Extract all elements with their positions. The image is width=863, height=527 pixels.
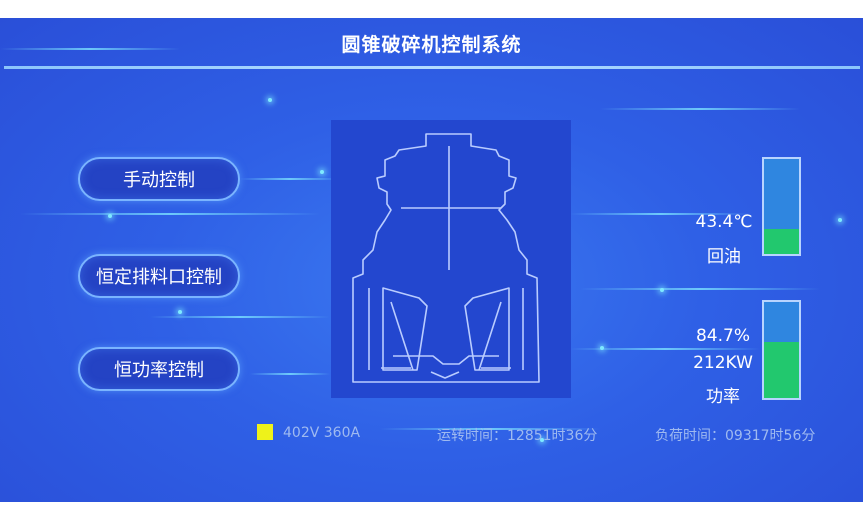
light-dot <box>178 310 182 314</box>
oil-gauge <box>762 157 801 256</box>
light-dot <box>320 170 324 174</box>
oil-temperature: 43.4℃ <box>695 212 753 232</box>
light-dot <box>838 218 842 222</box>
page-title: 圆锥破碎机控制系统 <box>341 34 522 56</box>
constant-power-control-button[interactable]: 恒功率控制 <box>78 347 240 391</box>
machine-panel <box>331 120 571 398</box>
power-percent: 84.7% <box>695 326 750 346</box>
light-dot <box>660 288 664 292</box>
light-streak <box>600 108 800 110</box>
light-streak <box>150 316 330 318</box>
light-streak <box>580 288 820 290</box>
fixed-outlet-control-button[interactable]: 恒定排料口控制 <box>78 254 240 298</box>
power-gauge-fill <box>764 342 799 398</box>
cone-crusher-icon <box>352 133 540 383</box>
power-gauge <box>762 300 801 400</box>
light-streak <box>570 348 760 350</box>
light-dot <box>268 98 272 102</box>
light-streak <box>20 213 320 215</box>
light-streak <box>240 178 340 180</box>
light-dot <box>600 346 604 350</box>
power-label: 功率 <box>706 387 740 407</box>
power-kw: 212KW <box>693 353 753 373</box>
oil-label: 回油 <box>707 247 741 267</box>
light-streak <box>250 373 330 375</box>
run-time-readout: 运转时间：12851时36分 <box>437 428 598 444</box>
title-divider <box>4 66 860 69</box>
load-time-readout: 负荷时间：09317时56分 <box>655 428 816 444</box>
manual-control-button[interactable]: 手动控制 <box>78 157 240 201</box>
electrical-readout: 402V 360A <box>283 425 361 441</box>
status-indicator <box>257 424 273 440</box>
light-dot <box>108 214 112 218</box>
oil-gauge-fill <box>764 229 799 254</box>
